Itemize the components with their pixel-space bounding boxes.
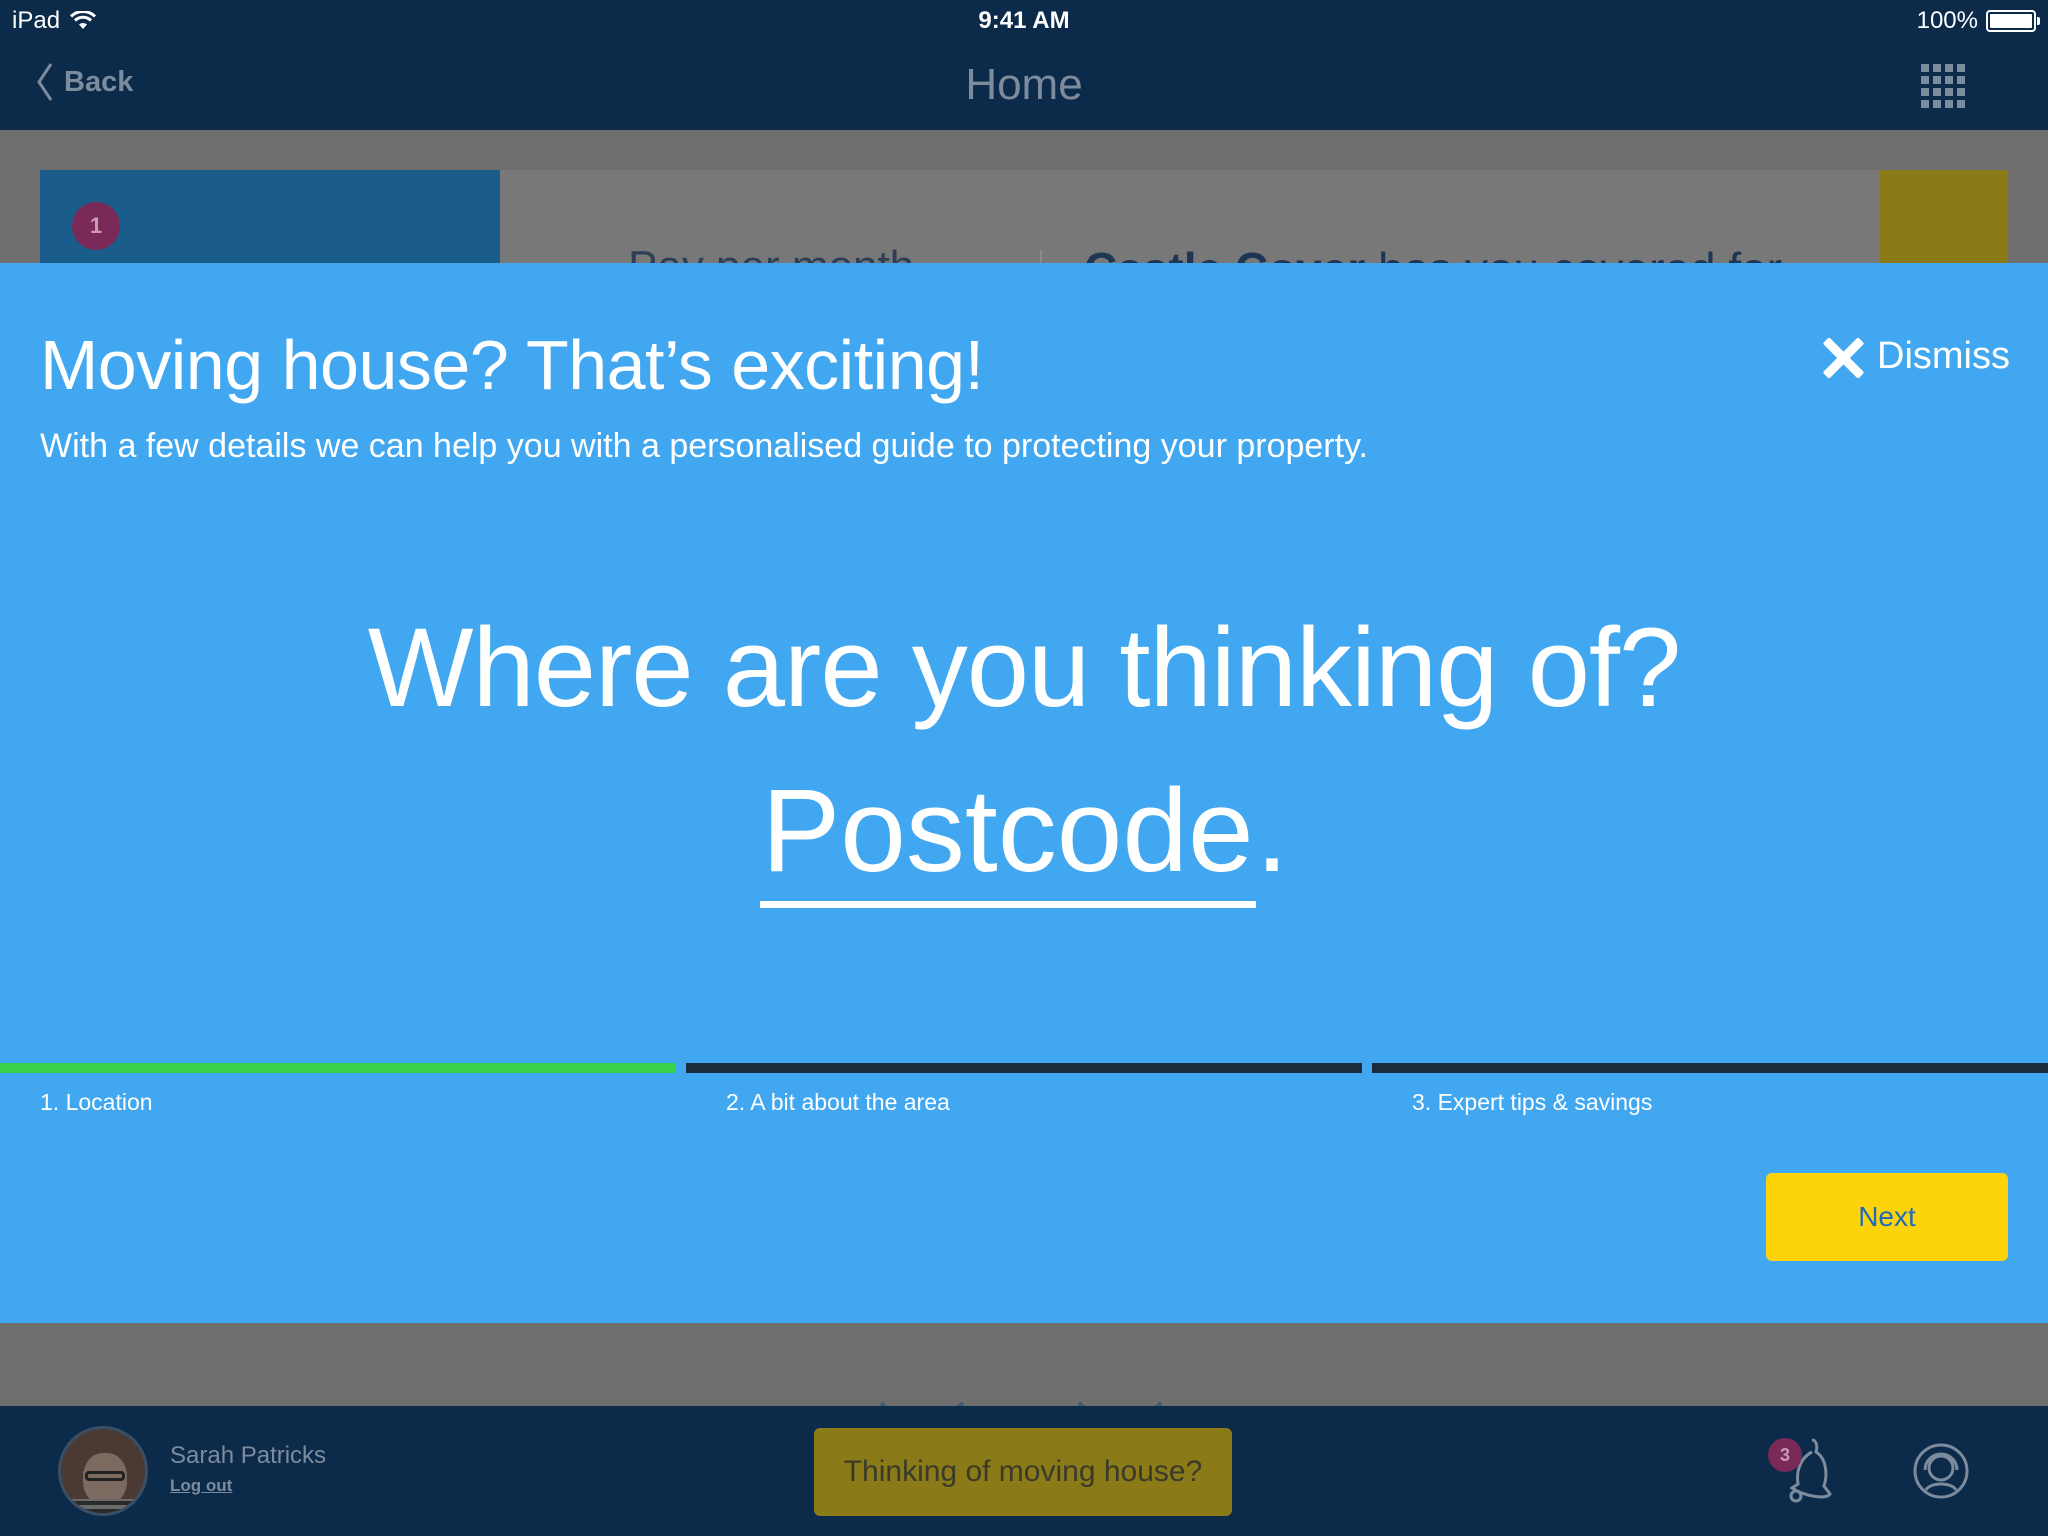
user-name: Sarah Patricks xyxy=(170,1442,327,1469)
status-bar: iPad 9:41 AM 100% xyxy=(0,0,2048,42)
support-agent-icon[interactable] xyxy=(1912,1442,1970,1500)
step-label-area[interactable]: 2. A bit about the area xyxy=(726,1089,950,1116)
step-label-location[interactable]: 1. Location xyxy=(40,1089,153,1116)
dismiss-label: Dismiss xyxy=(1877,335,2010,377)
status-right: 100% xyxy=(1916,7,2040,35)
bottom-bar: Sarah Patricks Log out Thinking of movin… xyxy=(0,1406,2048,1536)
next-button[interactable]: Next xyxy=(1766,1173,2008,1261)
avatar[interactable] xyxy=(58,1426,148,1516)
postcode-suffix: . xyxy=(1255,765,1289,897)
step-progress-bar xyxy=(0,1063,2048,1073)
status-time: 9:41 AM xyxy=(978,7,1070,34)
progress-segment-location xyxy=(0,1063,676,1073)
moving-house-modal: Moving house? That’s exciting! With a fe… xyxy=(0,263,2048,1323)
progress-segment-tips xyxy=(1372,1063,2048,1073)
dismiss-button[interactable]: Dismiss xyxy=(1823,335,2010,378)
navigation-bar: Back Home xyxy=(0,42,2048,130)
notifications-button[interactable]: 3 xyxy=(1768,1430,1838,1510)
grid-menu-icon[interactable] xyxy=(1921,64,1965,108)
logout-link[interactable]: Log out xyxy=(170,1476,232,1496)
postcode-row: Postcode. xyxy=(0,763,2048,908)
moving-house-button[interactable]: Thinking of moving house? xyxy=(814,1428,1232,1516)
postcode-input[interactable]: Postcode xyxy=(759,766,1256,908)
modal-title: Moving house? That’s exciting! xyxy=(40,326,984,404)
app-screen: iPad 9:41 AM 100% Back Home 1 Sarah Patr… xyxy=(0,0,2048,1536)
location-question: Where are you thinking of? xyxy=(367,605,1682,730)
step-label-tips[interactable]: 3. Expert tips & savings xyxy=(1412,1089,1652,1116)
battery-percent: 100% xyxy=(1916,7,1978,34)
progress-segment-area xyxy=(686,1063,1362,1073)
notification-count-badge: 3 xyxy=(1768,1438,1802,1472)
close-icon xyxy=(1823,337,1863,377)
card-number-badge: 1 xyxy=(72,202,120,250)
battery-icon xyxy=(1986,10,2040,32)
modal-subtitle: With a few details we can help you with … xyxy=(40,427,1368,465)
page-title: Home xyxy=(965,60,1083,109)
